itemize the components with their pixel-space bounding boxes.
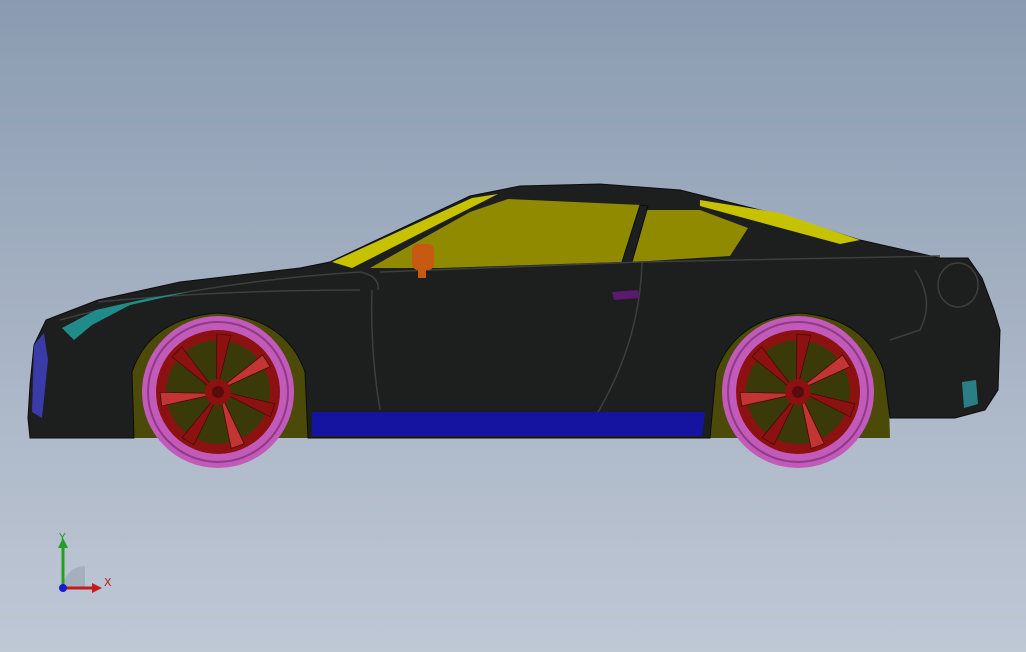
coordinate-triad: Y X [40,530,130,600]
front-wheel [142,316,294,468]
car-model[interactable] [0,0,1026,652]
graphics-viewport[interactable]: Y X [0,0,1026,652]
rear-light [937,262,979,308]
triad-arrows [58,538,102,593]
side-skirt [312,412,705,436]
rear-diffuser [962,380,978,408]
y-axis-label: Y [59,531,66,544]
rear-wheel [722,316,874,468]
x-axis-label: X [104,576,112,589]
